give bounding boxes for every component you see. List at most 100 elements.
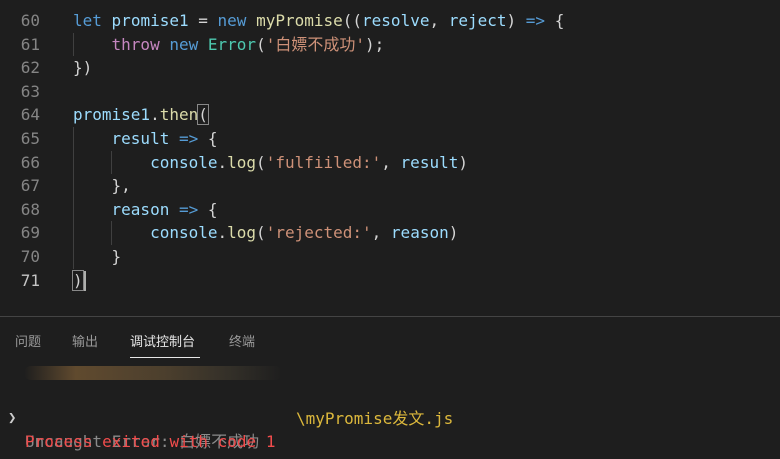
code-line[interactable]: 69 console.log('rejected:', reason) (0, 221, 780, 245)
process-exit-text: Process exited with code 1 (25, 432, 276, 451)
code-token: log (227, 223, 257, 243)
code-line[interactable]: 60 let promise1 = new myPromise((resolve,… (0, 9, 780, 33)
tab-terminal[interactable]: 终端 (229, 331, 255, 350)
line-number: 67 (20, 176, 40, 196)
text-cursor (83, 271, 86, 292)
indent-guide (111, 221, 112, 245)
line-number: 70 (20, 247, 40, 266)
code-token: new (169, 34, 199, 54)
code-token: , (371, 223, 391, 243)
code-token: . (150, 105, 160, 125)
code-token: ) (506, 11, 526, 30)
code-line[interactable]: 61 throw new Error('白嫖不成功'); (0, 33, 780, 57)
code-line[interactable]: 70 } (0, 245, 780, 269)
code-line[interactable]: 67 }, (0, 174, 780, 198)
code-text: throw new Error('白嫖不成功'); (73, 33, 385, 57)
code-text: }, (73, 174, 131, 198)
console-line-error[interactable]: ❯ Uncaught Error: 白嫖不成功 (0, 384, 780, 451)
code-token: ( (256, 34, 266, 54)
code-token: log (227, 152, 257, 172)
tab-problems[interactable]: 问题 (15, 331, 41, 350)
console-line-exit: Process exited with code 1 (0, 407, 780, 451)
code-line[interactable]: 68 reason => { (0, 198, 780, 222)
code-token: . (217, 152, 228, 172)
code-token: , (429, 11, 449, 30)
line-number: 69 (20, 223, 40, 243)
code-text: reason => { (73, 198, 218, 222)
code-token: , (381, 152, 401, 172)
code-text: console.log('fulfiiled:', result) (73, 151, 468, 175)
line-number: 62 (20, 58, 40, 78)
code-token: Error (207, 34, 257, 54)
code-token: ( (256, 152, 266, 172)
code-token: myPromise (256, 11, 343, 30)
code-line[interactable]: 63 (0, 80, 780, 104)
code-text: ) (72, 269, 86, 293)
line-number: 68 (20, 199, 40, 219)
code-token: reject (448, 11, 507, 30)
code-token: ) (458, 152, 468, 172)
code-line[interactable]: 66 console.log('fulfiiled:', result) (0, 151, 780, 175)
indent-guide (73, 32, 74, 57)
code-token: promise1 (73, 105, 151, 125)
code-token: 'fulfiiled:' (265, 152, 382, 172)
line-number: 65 (20, 129, 40, 148)
code-line[interactable]: 65 result => { (0, 127, 780, 151)
bottom-panel: 问题 输出 调试控制台 终端 \myPromise发文.js ❯ Uncaugh… (0, 317, 780, 459)
code-token: { (545, 11, 565, 30)
code-token: reason (111, 199, 170, 219)
line-number: 61 (20, 34, 40, 54)
code-token: reason (390, 223, 449, 243)
code-line[interactable]: 62}) (0, 56, 780, 80)
code-line[interactable]: 64 promise1.then( (0, 103, 780, 127)
code-token: new (217, 11, 247, 30)
line-number: 63 (20, 81, 40, 101)
code-token: 'rejected:' (265, 223, 372, 243)
code-text: promise1.then( (73, 103, 209, 127)
active-tab-indicator (130, 357, 200, 358)
code-line[interactable]: 71) (0, 269, 780, 293)
code-token: let (73, 11, 102, 30)
code-text: }) (73, 56, 92, 80)
code-token: { (198, 129, 218, 148)
code-token: => (178, 129, 199, 148)
line-number: 60 (20, 11, 40, 30)
code-token: resolve (362, 11, 430, 30)
line-number: 66 (20, 152, 40, 172)
line-number: 71 (20, 270, 40, 290)
tab-output[interactable]: 输出 (72, 331, 98, 350)
code-token: result (400, 152, 459, 172)
code-token: ) (448, 223, 459, 243)
code-text: result => { (73, 127, 218, 151)
code-token: console (150, 152, 218, 172)
code-token: = (188, 11, 218, 30)
code-token: throw (111, 34, 160, 54)
code-token: '白嫖不成功' (265, 34, 365, 54)
code-token: } (111, 247, 122, 266)
code-token: (( (342, 11, 363, 30)
tab-debug-console[interactable]: 调试控制台 (130, 331, 195, 350)
code-editor[interactable]: 60 let promise1 = new myPromise((resolve,… (0, 0, 780, 316)
code-token: result (111, 129, 170, 148)
code-token: console (150, 223, 218, 243)
code-text: console.log('rejected:', reason) (73, 221, 458, 245)
code-token: . (217, 223, 228, 243)
code-token: => (525, 11, 546, 30)
indent-guide (111, 150, 112, 175)
code-text: } (73, 245, 122, 269)
code-token: then (159, 105, 199, 125)
panel-tab-bar: 问题 输出 调试控制台 终端 (0, 317, 780, 361)
code-token: { (198, 199, 218, 219)
code-token: promise1 (111, 11, 189, 30)
